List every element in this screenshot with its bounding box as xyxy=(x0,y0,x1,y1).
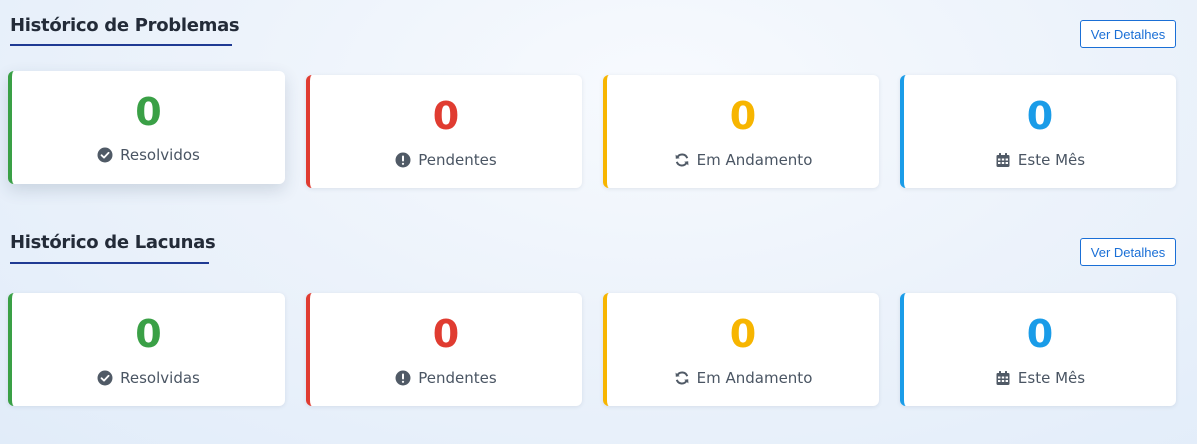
gaps-details-button[interactable]: Ver Detalhes xyxy=(1080,238,1176,266)
problems-this-month-label-row: Este Mês xyxy=(995,151,1085,169)
gaps-in-progress-label-row: Em Andamento xyxy=(674,369,813,387)
gaps-pending-card[interactable]: 0 Pendentes xyxy=(306,293,582,406)
sync-icon xyxy=(675,153,689,167)
problems-details-button[interactable]: Ver Detalhes xyxy=(1080,20,1176,48)
check-circle-icon xyxy=(97,147,113,163)
problems-pending-card[interactable]: 0 Pendentes xyxy=(306,75,582,188)
problems-in-progress-label-row: Em Andamento xyxy=(674,151,813,169)
problems-this-month-card[interactable]: 0 Este Mês xyxy=(900,75,1176,188)
problems-in-progress-label: Em Andamento xyxy=(696,151,813,169)
gaps-in-progress-label: Em Andamento xyxy=(696,369,813,387)
problems-title: Histórico de Problemas xyxy=(10,15,240,36)
gaps-resolved-label-row: Resolvidas xyxy=(97,369,200,387)
gaps-resolved-label: Resolvidas xyxy=(120,369,200,387)
gaps-pending-value: 0 xyxy=(432,312,460,356)
problems-in-progress-card[interactable]: 0 Em Andamento xyxy=(603,75,879,188)
check-circle-icon xyxy=(97,370,113,386)
sync-icon xyxy=(675,371,689,385)
problems-resolved-value: 0 xyxy=(135,90,162,134)
gaps-in-progress-value: 0 xyxy=(729,312,757,356)
exclamation-circle-icon xyxy=(395,370,411,386)
gaps-section: Histórico de Lacunas Ver Detalhes 0 Reso… xyxy=(0,218,1197,418)
problems-title-underline xyxy=(10,44,232,46)
gaps-title: Histórico de Lacunas xyxy=(10,232,216,253)
problems-resolved-card[interactable]: 0 Resolvidos xyxy=(8,71,285,184)
gaps-pending-label: Pendentes xyxy=(418,369,497,387)
gaps-title-underline xyxy=(10,262,209,264)
calendar-icon xyxy=(996,371,1010,385)
calendar-icon xyxy=(996,153,1010,167)
exclamation-circle-icon xyxy=(395,152,411,168)
gaps-pending-label-row: Pendentes xyxy=(395,369,497,387)
gaps-this-month-card[interactable]: 0 Este Mês xyxy=(900,293,1176,406)
gaps-resolved-card[interactable]: 0 Resolvidas xyxy=(8,293,285,406)
problems-pending-label: Pendentes xyxy=(418,151,497,169)
gaps-this-month-value: 0 xyxy=(1026,312,1054,356)
problems-this-month-label: Este Mês xyxy=(1017,151,1086,169)
problems-in-progress-value: 0 xyxy=(729,94,757,138)
gaps-in-progress-card[interactable]: 0 Em Andamento xyxy=(603,293,879,406)
gaps-this-month-label-row: Este Mês xyxy=(995,369,1085,387)
gaps-resolved-value: 0 xyxy=(135,312,162,356)
problems-resolved-label: Resolvidos xyxy=(120,146,200,164)
problems-section: Histórico de Problemas Ver Detalhes 0 Re… xyxy=(0,0,1197,200)
problems-pending-label-row: Pendentes xyxy=(395,151,497,169)
problems-this-month-value: 0 xyxy=(1026,94,1054,138)
problems-resolved-label-row: Resolvidos xyxy=(97,146,200,164)
problems-pending-value: 0 xyxy=(432,94,460,138)
gaps-this-month-label: Este Mês xyxy=(1017,369,1086,387)
